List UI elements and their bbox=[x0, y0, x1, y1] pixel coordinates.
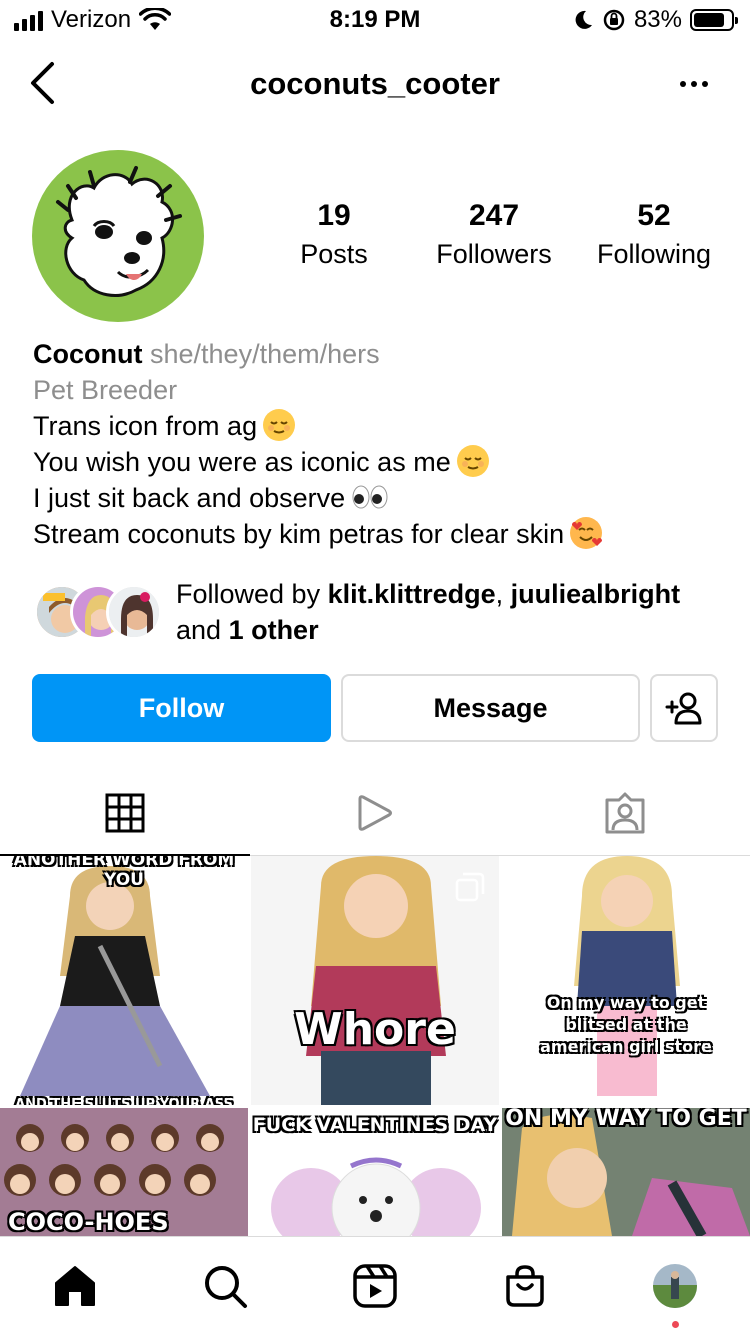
stat-count: 52 bbox=[637, 199, 671, 232]
battery-icon bbox=[690, 9, 738, 31]
nav-shop[interactable] bbox=[450, 1237, 600, 1334]
other-count[interactable]: 1 other bbox=[229, 615, 319, 645]
post-caption: COCO-HOES STRO bbox=[8, 1208, 169, 1236]
profile-header-bar: coconuts_cooter bbox=[0, 48, 750, 120]
mutual-user-1[interactable]: klit.klittredge bbox=[328, 579, 496, 609]
notification-dot bbox=[672, 1321, 679, 1328]
post-caption: Whore bbox=[294, 1004, 456, 1055]
multiple-photos-icon bbox=[455, 872, 485, 902]
pronouns: she/they/them/hers bbox=[150, 339, 380, 369]
bio-text: Trans icon from ag bbox=[33, 411, 258, 441]
add-person-button[interactable] bbox=[650, 674, 718, 742]
stat-followers[interactable]: 247 Followers bbox=[414, 196, 574, 272]
bio-line: I just sit back and observe bbox=[33, 480, 733, 516]
post-caption: On my way to get blitsed at the american… bbox=[540, 993, 712, 1056]
display-name: Coconut bbox=[33, 339, 143, 369]
post-tile[interactable]: On my way to get blitsed at the american… bbox=[502, 856, 750, 1105]
tab-grid[interactable] bbox=[0, 770, 250, 856]
reels-icon bbox=[353, 1263, 397, 1308]
dog-illustration bbox=[56, 166, 182, 297]
status-bar: Verizon 8:19 PM 83% bbox=[0, 0, 750, 40]
post-tile[interactable]: Whore bbox=[251, 856, 499, 1105]
tab-reels[interactable] bbox=[250, 770, 500, 855]
post-caption: ON MY WAY TO GET bbox=[505, 1108, 747, 1131]
bottom-nav bbox=[0, 1236, 750, 1334]
moon-icon bbox=[575, 10, 592, 29]
avatar bbox=[106, 584, 162, 640]
tagged-person-icon bbox=[605, 792, 645, 833]
profile-username: coconuts_cooter bbox=[250, 66, 500, 101]
profile-avatar[interactable] bbox=[32, 150, 204, 322]
relieved-face-emoji bbox=[263, 409, 296, 441]
battery-percent: 83% bbox=[633, 6, 682, 33]
tab-tagged[interactable] bbox=[500, 770, 750, 855]
post-tile[interactable]: FUCK VALENTINES DAY bbox=[251, 1108, 499, 1236]
stat-count: 19 bbox=[317, 199, 351, 232]
post-tile[interactable]: COCO-HOES STRO bbox=[0, 1108, 248, 1236]
post-caption: AND THE SLUTS UP YOUR ASS BITCH bbox=[15, 1097, 233, 1105]
home-icon bbox=[55, 1265, 95, 1306]
post-image bbox=[0, 856, 248, 1105]
and-text: and bbox=[176, 615, 229, 645]
shop-icon bbox=[506, 1264, 544, 1307]
nav-reels[interactable] bbox=[300, 1237, 450, 1334]
post-image bbox=[502, 856, 750, 1105]
stat-posts[interactable]: 19 Posts bbox=[254, 196, 414, 272]
profile-actions: Follow Message bbox=[32, 674, 718, 742]
mutual-avatars bbox=[34, 584, 164, 644]
status-right: 83% bbox=[572, 6, 738, 34]
profile-stats: 19 Posts 247 Followers 52 Following bbox=[254, 196, 734, 272]
stat-label: Following bbox=[596, 239, 712, 269]
follow-button[interactable]: Follow bbox=[32, 674, 331, 742]
profile-bio: Coconut she/they/them/hers Pet Breeder T… bbox=[33, 336, 733, 552]
orientation-lock-icon bbox=[603, 9, 625, 31]
more-horizontal-icon[interactable] bbox=[674, 64, 714, 104]
post-tile[interactable]: ON MY WAY TO GET bbox=[502, 1108, 750, 1236]
nav-search[interactable] bbox=[150, 1237, 300, 1334]
bio-line: You wish you were as iconic as me bbox=[33, 444, 733, 480]
post-tile[interactable]: ANOTHER WORD FROM YOU AND THE SLUTS UP Y… bbox=[0, 856, 248, 1105]
bio-line: Trans icon from ag bbox=[33, 408, 733, 444]
stat-following[interactable]: 52 Following bbox=[574, 196, 734, 272]
nav-home[interactable] bbox=[0, 1237, 150, 1334]
bio-name-line: Coconut she/they/them/hers bbox=[33, 336, 733, 372]
followed-by[interactable]: Followed by klit.klittredge, juuliealbri… bbox=[30, 576, 730, 646]
add-person-icon bbox=[665, 692, 702, 725]
smiling-face-with-hearts-emoji bbox=[570, 517, 603, 549]
message-button[interactable]: Message bbox=[341, 674, 640, 742]
posts-grid: ANOTHER WORD FROM YOU AND THE SLUTS UP Y… bbox=[0, 856, 750, 1236]
post-caption: ANOTHER WORD FROM YOU bbox=[13, 856, 235, 890]
stat-label: Posts bbox=[300, 239, 368, 269]
relieved-face-emoji bbox=[456, 445, 489, 477]
post-caption: FUCK VALENTINES DAY bbox=[252, 1114, 498, 1136]
separator: , bbox=[495, 579, 511, 609]
mutual-user-2[interactable]: juuliealbright bbox=[511, 579, 681, 609]
search-icon bbox=[205, 1265, 247, 1308]
stat-label: Followers bbox=[436, 239, 552, 269]
nav-profile[interactable] bbox=[600, 1237, 750, 1334]
eyes-emoji bbox=[351, 481, 389, 513]
profile-category: Pet Breeder bbox=[33, 375, 178, 405]
profile-avatar bbox=[653, 1263, 697, 1308]
bio-text: You wish you were as iconic as me bbox=[33, 447, 451, 477]
bio-text: I just sit back and observe bbox=[33, 483, 346, 513]
profile-tabs bbox=[0, 770, 750, 856]
followed-by-prefix: Followed by bbox=[176, 579, 328, 609]
reels-play-icon bbox=[358, 794, 392, 831]
followed-by-text: Followed by klit.klittredge, juuliealbri… bbox=[176, 576, 736, 648]
bio-line: Stream coconuts by kim petras for clear … bbox=[33, 516, 733, 552]
stat-count: 247 bbox=[468, 199, 520, 232]
bio-text: Stream coconuts by kim petras for clear … bbox=[33, 519, 565, 549]
grid-icon bbox=[105, 793, 145, 832]
